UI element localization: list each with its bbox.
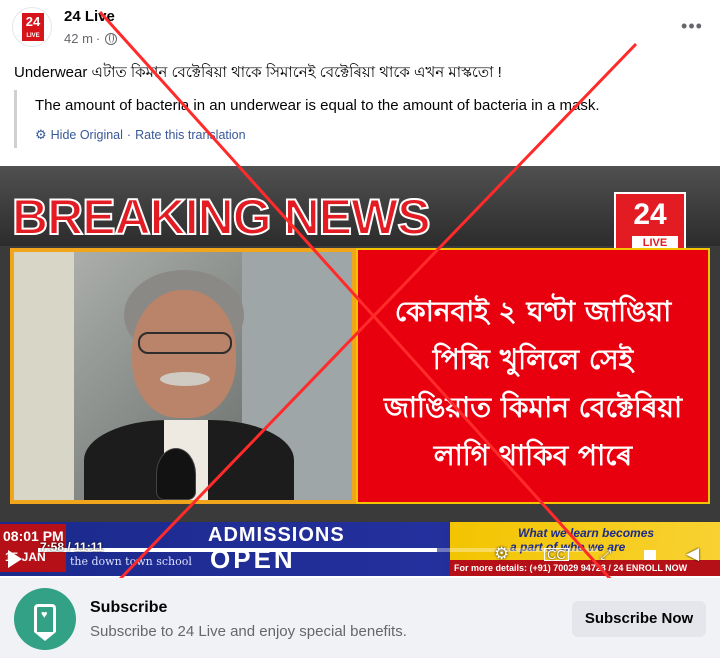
time-readout: 7:58 / 11:11 xyxy=(40,540,103,554)
page-name[interactable]: 24 Live xyxy=(64,8,115,25)
captions-icon[interactable]: CC xyxy=(544,548,569,561)
speaker-photo-frame xyxy=(10,248,356,504)
expand-icon[interactable]: ⤢ xyxy=(600,546,611,563)
post-header: 24 LIVE 24 Live 42 m · ••• xyxy=(0,0,720,56)
translation-links: ⚙ Hide Original · Rate this translation xyxy=(35,127,246,143)
duration: 11:11 xyxy=(74,540,104,554)
channel-logo-number: 24 xyxy=(25,14,41,29)
channel-logo: 24 LIVE xyxy=(22,13,44,41)
subscribe-description: Subscribe to 24 Live and enjoy special b… xyxy=(90,623,407,640)
meta-separator: · xyxy=(95,31,101,46)
ellipsis-icon: ••• xyxy=(681,15,703,36)
speaker-face xyxy=(132,290,236,418)
volume-icon[interactable]: ◀ xyxy=(686,544,699,564)
channel-brand-logo: 24 24 LIVE xyxy=(614,192,686,269)
current-time: 7:58 xyxy=(40,540,65,554)
panel-line-1: কোনবাই ২ ঘণ্টা জাঙিয়া xyxy=(394,295,672,328)
subscribe-now-button[interactable]: Subscribe Now xyxy=(572,601,706,637)
translation-block: The amount of bacteria in an underwear i… xyxy=(14,90,706,148)
progress-track[interactable] xyxy=(38,548,598,552)
link-separator: · xyxy=(126,128,132,142)
post-timestamp[interactable]: 42 m xyxy=(64,31,93,46)
more-options-button[interactable]: ••• xyxy=(678,12,706,40)
panel-line-4: লাগি থাকিব পাৰে xyxy=(433,439,633,472)
hide-original-link[interactable]: Hide Original xyxy=(51,128,123,142)
post-meta: 42 m · xyxy=(64,31,118,46)
miniplayer-icon[interactable] xyxy=(644,550,656,560)
speaker-photo xyxy=(14,252,352,500)
translation-text: The amount of bacteria in an underwear i… xyxy=(35,97,600,114)
headline-panel: কোনবাই ২ ঘণ্টা জাঙিয়া পিন্ধি খুলিলে সেই… xyxy=(356,248,710,504)
panel-line-3: জাঙিয়াত কিমান বেক্টেৰিয়া xyxy=(383,391,683,424)
breaking-news-headline: BREAKING NEWS xyxy=(11,188,432,246)
settings-gear-icon[interactable]: ⚙ xyxy=(494,544,509,564)
subscribe-title: Subscribe xyxy=(90,599,168,616)
panel-line-2: পিন্ধি খুলিলে সেই xyxy=(432,343,634,376)
rate-translation-link[interactable]: Rate this translation xyxy=(135,128,245,142)
gear-icon: ⚙ xyxy=(35,127,47,142)
time-separator: / xyxy=(64,540,75,554)
photo-background-left xyxy=(14,252,74,500)
page-avatar[interactable]: 24 LIVE xyxy=(12,7,52,47)
play-icon[interactable] xyxy=(8,550,22,568)
speaker-mustache xyxy=(160,372,210,386)
heart-icon: ♥ xyxy=(41,609,48,621)
video-player[interactable]: BREAKING NEWS 24 24 LIVE কোনবাই ২ ঘণ্টা … xyxy=(0,166,720,576)
player-controls: 7:58 / 11:11 ⚙ CC ⤢ ◀ xyxy=(0,536,720,576)
globe-icon xyxy=(105,32,118,45)
subscription-badge-icon: ♥ xyxy=(14,588,76,650)
speaker-glasses xyxy=(138,332,232,354)
post-text: Underwear এটাত কিমান বেক্টেৰিয়া থাকে সি… xyxy=(14,64,502,81)
channel-logo-sub: LIVE xyxy=(26,33,40,39)
microphone-icon xyxy=(156,448,196,500)
subscribe-bar: ♥ Subscribe Subscribe to 24 Live and enj… xyxy=(0,578,720,658)
